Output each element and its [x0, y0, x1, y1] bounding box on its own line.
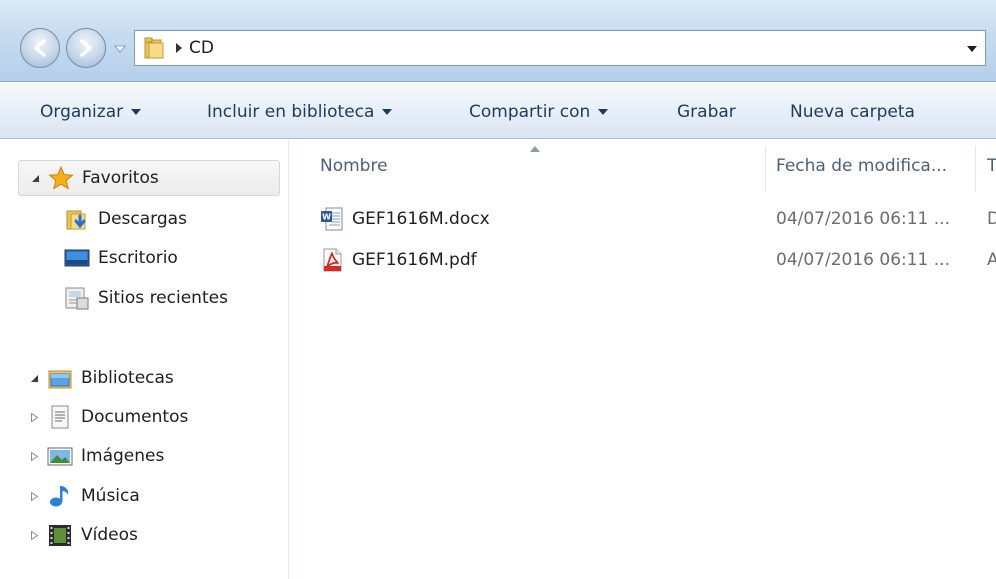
nav-item-label: Vídeos	[81, 525, 138, 545]
collapsed-triangle-icon[interactable]	[30, 491, 39, 501]
column-headers: Nombre Fecha de modifica... T	[290, 140, 996, 192]
nav-item-label: Descargas	[98, 209, 187, 229]
music-library-icon	[50, 486, 69, 507]
include-in-library-button[interactable]: Incluir en biblioteca	[207, 102, 393, 122]
favorites-label: Favoritos	[82, 168, 159, 188]
address-bar-region: CD	[0, 0, 996, 82]
collapsed-triangle-icon[interactable]	[30, 530, 39, 540]
organize-label: Organizar	[40, 102, 124, 122]
burn-label: Grabar	[677, 102, 736, 122]
expanded-triangle-icon[interactable]	[31, 174, 40, 183]
address-field[interactable]: CD	[134, 30, 986, 66]
nav-item-label: Imágenes	[81, 446, 165, 466]
recent-pages-chevron-icon[interactable]	[114, 44, 126, 54]
pdf-document-icon	[323, 248, 342, 272]
nav-item-downloads[interactable]: Descargas	[64, 202, 187, 236]
column-divider[interactable]	[975, 146, 976, 192]
nav-item-pictures[interactable]: Imágenes	[30, 439, 164, 473]
share-label: Compartir con	[469, 102, 591, 122]
chevron-down-icon	[598, 108, 609, 115]
collapsed-triangle-icon[interactable]	[30, 412, 39, 422]
address-dropdown-icon[interactable]	[967, 45, 977, 53]
file-type: D	[987, 209, 996, 229]
file-name: GEF1616M.pdf	[352, 250, 477, 270]
file-date-modified: 04/07/2016 06:11 ...	[776, 250, 950, 270]
desktop-icon	[64, 249, 90, 267]
folder-icon	[144, 37, 164, 59]
nav-libraries-header[interactable]: Bibliotecas	[30, 361, 174, 395]
forward-arrow-icon	[80, 39, 92, 57]
libraries-label: Bibliotecas	[81, 368, 174, 388]
nav-item-recent-places[interactable]: Sitios recientes	[64, 281, 228, 315]
nav-item-label: Escritorio	[98, 248, 178, 268]
burn-button[interactable]: Grabar	[677, 102, 736, 122]
file-row[interactable]: GEF1616M.pdf 04/07/2016 06:11 ... A	[290, 243, 996, 277]
file-row[interactable]: W GEF1616M.docx 04/07/2016 06:11 ... D	[290, 202, 996, 236]
forward-button[interactable]	[66, 28, 106, 68]
column-header-type[interactable]: T	[987, 156, 996, 176]
nav-item-documents[interactable]: Documentos	[30, 400, 188, 434]
collapsed-triangle-icon[interactable]	[30, 451, 39, 461]
libraries-icon	[48, 370, 72, 389]
chevron-down-icon	[131, 108, 142, 115]
new-folder-label: Nueva carpeta	[790, 102, 915, 122]
column-header-name[interactable]: Nombre	[320, 156, 388, 176]
column-divider[interactable]	[765, 146, 766, 192]
file-name: GEF1616M.docx	[352, 209, 490, 229]
svg-text:W: W	[322, 213, 331, 222]
file-date-modified: 04/07/2016 06:11 ...	[776, 209, 950, 229]
file-type: A	[987, 250, 996, 270]
include-label: Incluir en biblioteca	[207, 102, 375, 122]
breadcrumb-separator-icon[interactable]	[175, 43, 183, 53]
nav-item-desktop[interactable]: Escritorio	[64, 241, 178, 275]
pictures-library-icon	[47, 447, 73, 466]
videos-library-icon	[49, 525, 71, 546]
file-list-pane: Nombre Fecha de modifica... T W GEF1616M…	[290, 140, 996, 579]
star-icon	[48, 165, 74, 190]
nav-favorites-header[interactable]: Favoritos	[18, 160, 280, 196]
nav-item-label: Música	[81, 486, 140, 506]
expanded-triangle-icon[interactable]	[30, 374, 39, 383]
nav-item-label: Documentos	[81, 407, 189, 427]
documents-library-icon	[51, 405, 69, 429]
new-folder-button[interactable]: Nueva carpeta	[790, 102, 915, 122]
share-with-button[interactable]: Compartir con	[469, 102, 609, 122]
command-bar: Organizar Incluir en biblioteca Comparti…	[0, 82, 996, 139]
word-document-icon: W	[321, 207, 343, 231]
back-button[interactable]	[20, 28, 60, 68]
nav-item-label: Sitios recientes	[98, 288, 228, 308]
chevron-down-icon	[382, 108, 393, 115]
recent-places-icon	[65, 287, 89, 310]
back-arrow-icon	[34, 39, 46, 57]
column-header-date-modified[interactable]: Fecha de modifica...	[776, 156, 947, 176]
downloads-folder-icon	[66, 210, 86, 230]
nav-item-videos[interactable]: Vídeos	[30, 518, 138, 552]
breadcrumb-cd[interactable]: CD	[189, 38, 214, 58]
sort-ascending-icon	[530, 146, 540, 152]
navigation-pane: Favoritos Descargas Escritorio Sitios re…	[0, 140, 289, 579]
nav-item-music[interactable]: Música	[30, 479, 140, 513]
organize-menu-button[interactable]: Organizar	[40, 102, 142, 122]
